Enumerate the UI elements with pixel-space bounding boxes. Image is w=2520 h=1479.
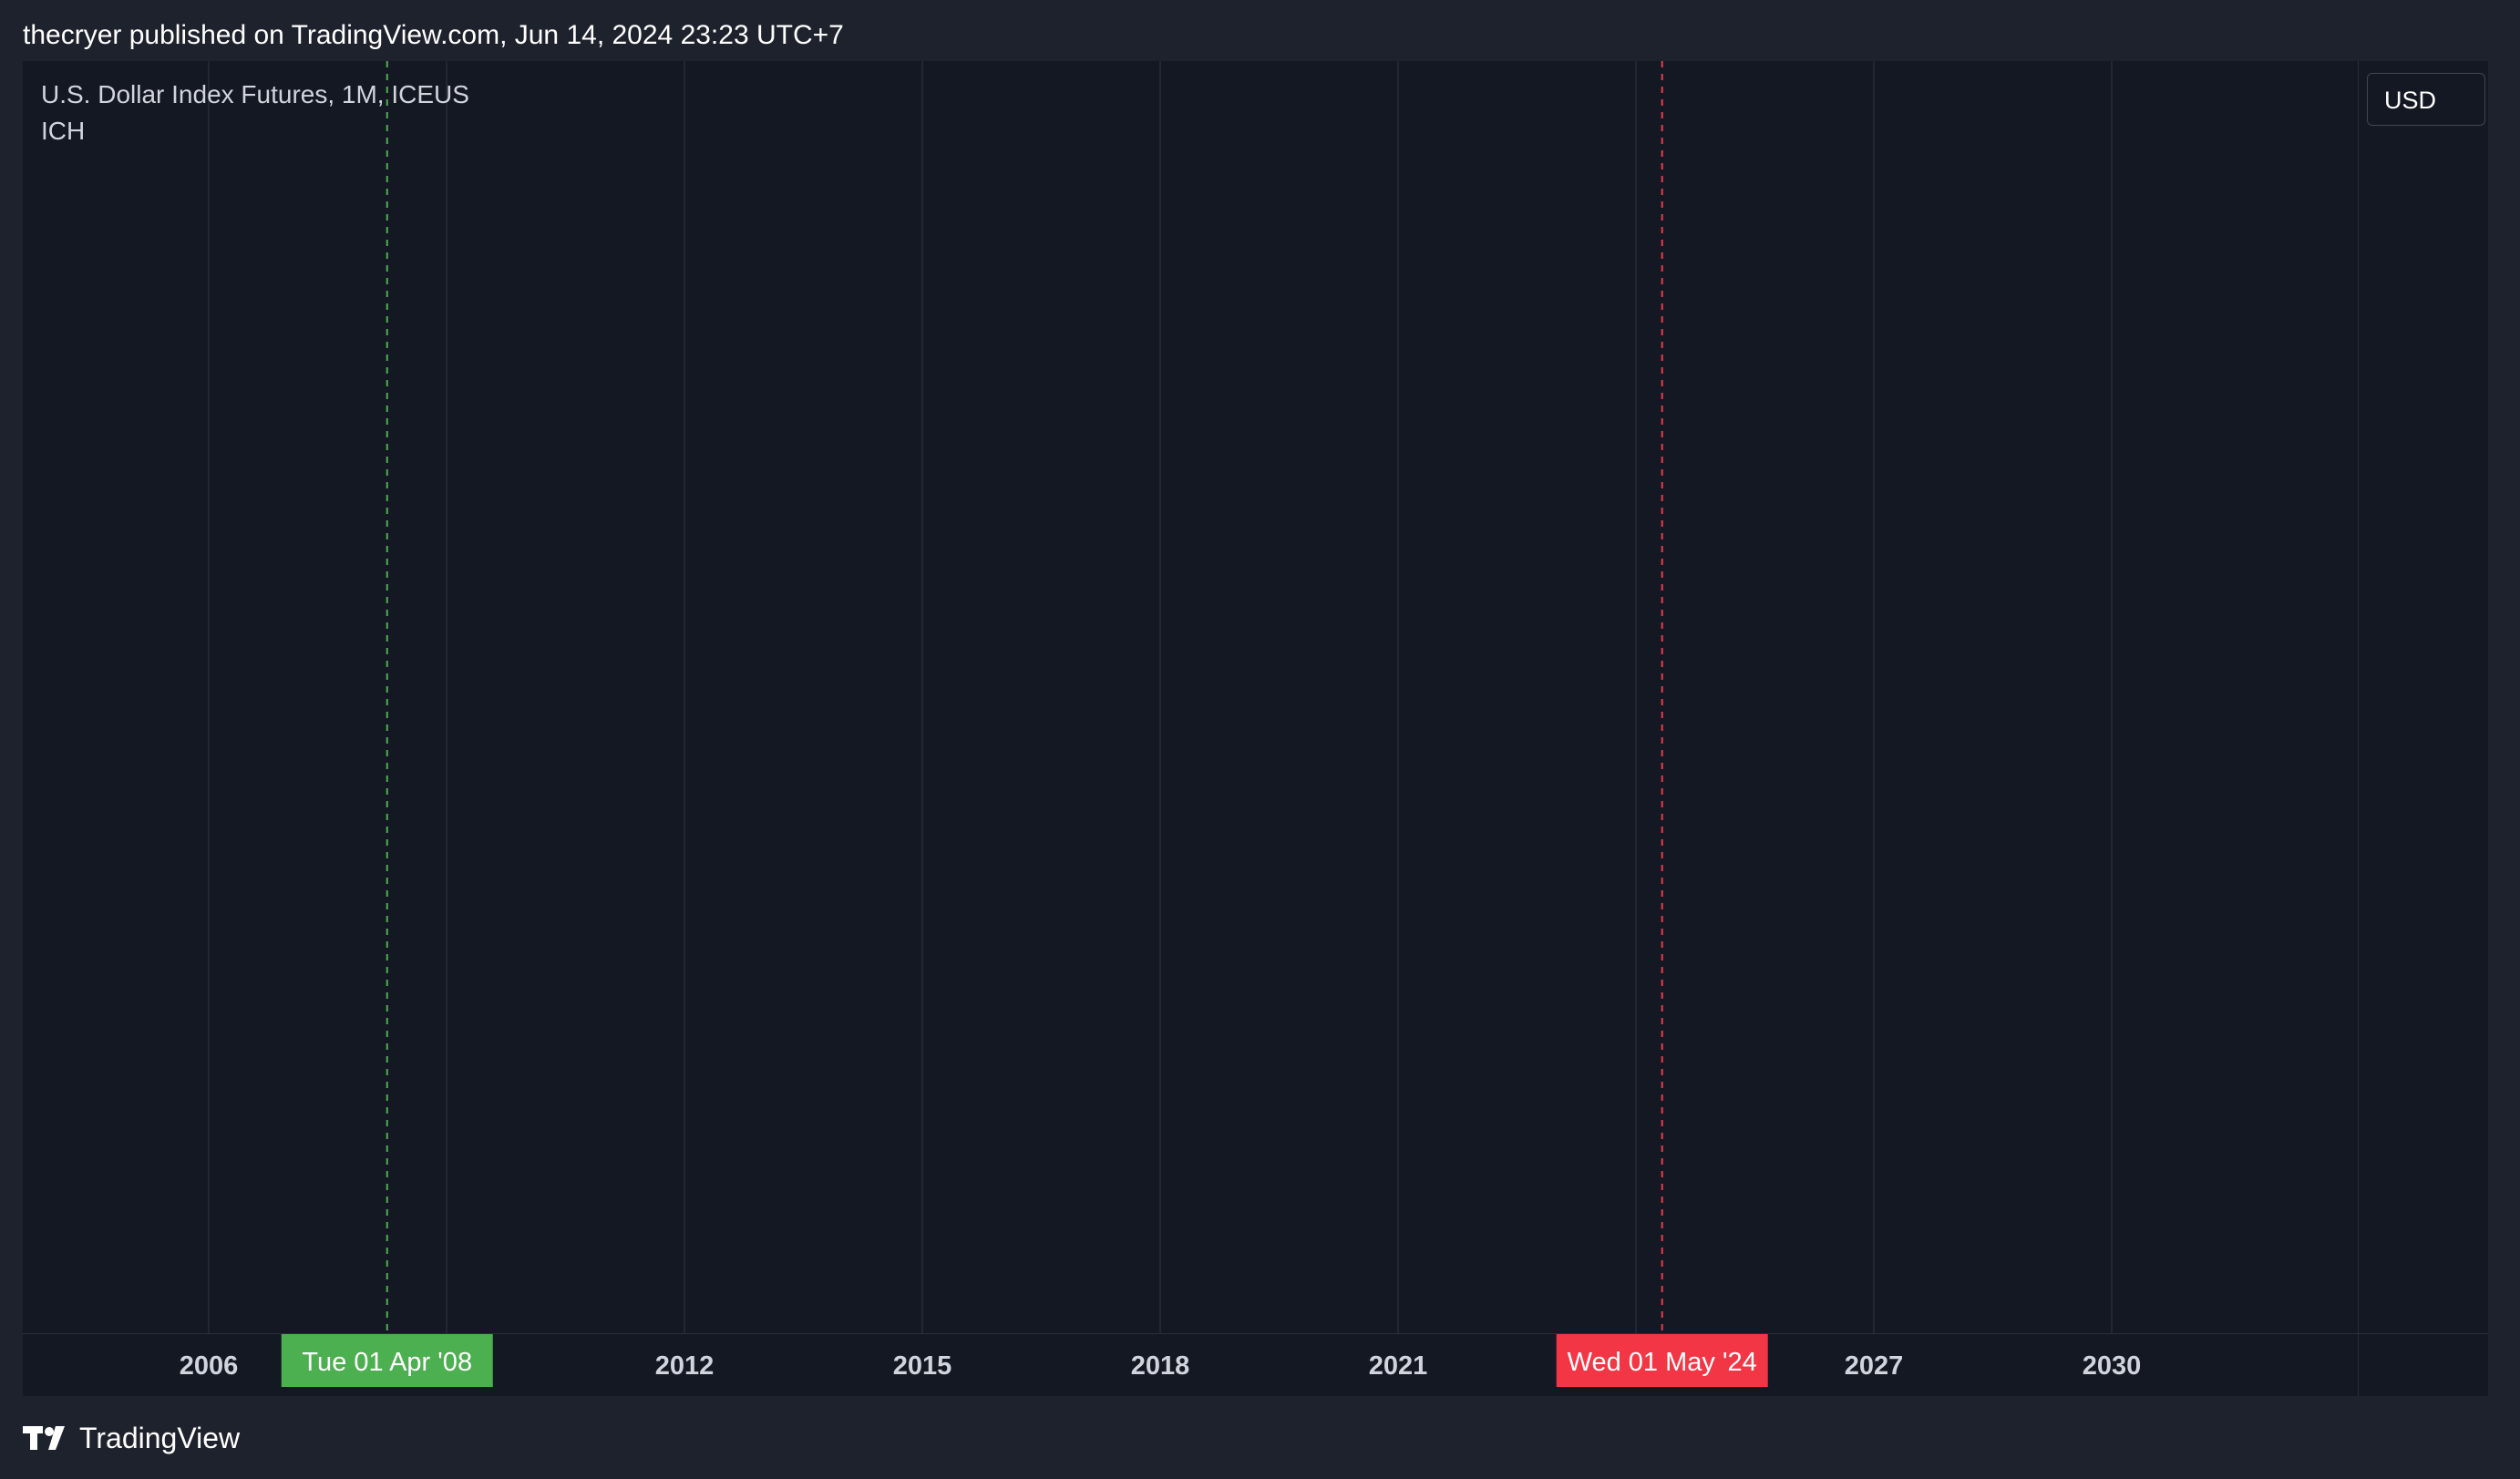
time-label-text: Tue 01 Apr '08 (302, 1348, 472, 1377)
price-axis-canvas[interactable]: 140.000130.000120.000112.00075.00069.000… (2359, 61, 2488, 1333)
price-axis[interactable]: 140.000130.000120.000112.00075.00069.000… (2358, 61, 2488, 1333)
time-tick-label: 2006 (180, 1351, 239, 1381)
chart-canvas[interactable] (23, 61, 2358, 1333)
time-axis[interactable]: 2006 2012 2015 2018 2021 2027 2030 Tue 01 Apr '… (23, 1333, 2358, 1396)
time-tick-label: 2021 (1369, 1351, 1428, 1381)
chart-pane[interactable] (23, 61, 2358, 1333)
time-tick-label: 2012 (655, 1351, 715, 1381)
publisher-header: thecryer published on TradingView.com, J… (23, 20, 844, 50)
indicator-name[interactable]: ICH (41, 113, 469, 149)
chart-legend: U.S. Dollar Index Futures, 1M, ICEUS ICH (41, 77, 469, 149)
footer-brand[interactable]: TradingView (23, 1417, 240, 1459)
axis-corner (2358, 1333, 2488, 1396)
tradingview-logo-icon (23, 1424, 70, 1452)
tradingview-brand-text: TradingView (79, 1421, 241, 1454)
currency-button[interactable]: USD (2367, 73, 2485, 126)
time-tick-label: 2027 (1845, 1351, 1904, 1381)
time-tick-label: 2018 (1131, 1351, 1190, 1381)
grid-lines (208, 61, 2113, 1333)
time-axis-canvas[interactable]: 2006 2012 2015 2018 2021 2027 2030 Tue 01 Apr '… (23, 1334, 2358, 1396)
time-label-text: Wed 01 May '24 (1568, 1348, 1757, 1377)
time-tick-label: 2015 (893, 1351, 952, 1381)
time-tick-label: 2030 (2083, 1351, 2142, 1381)
symbol-title[interactable]: U.S. Dollar Index Futures, 1M, ICEUS (41, 77, 469, 113)
